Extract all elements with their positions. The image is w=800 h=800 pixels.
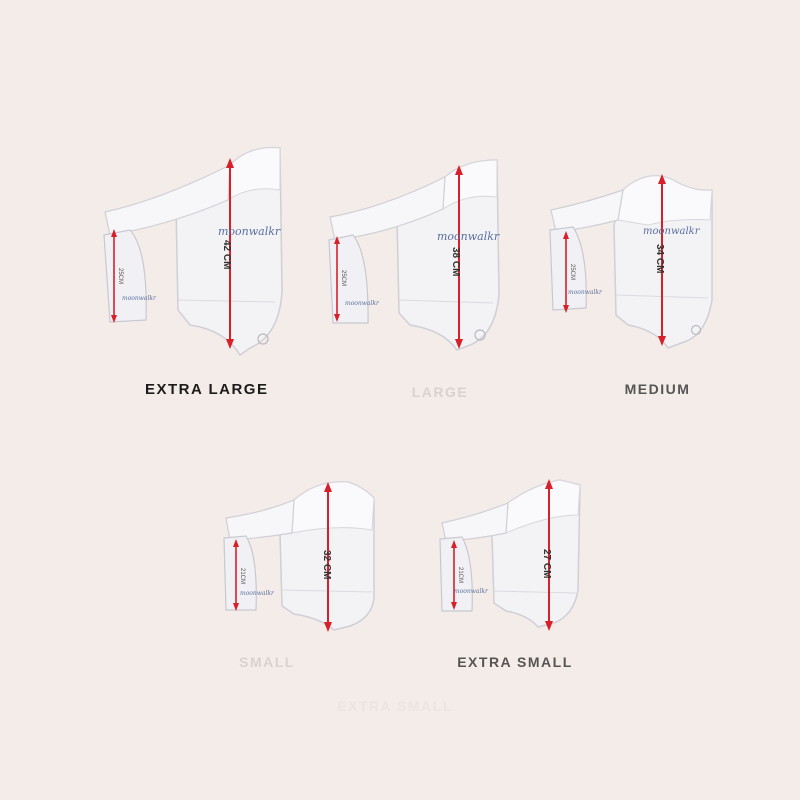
- inner-measurement: 21CM: [239, 568, 245, 584]
- inner-measurement: 21CM: [457, 567, 463, 583]
- size-label-medium: MEDIUM: [624, 381, 691, 397]
- thigh-pad-size-chart: 42 CM 25CM moonwalkr moonwalkr EXTRA LAR…: [0, 0, 800, 800]
- thigh-pad-extra-large: 42 CM 25CM moonwalkr moonwalkr: [100, 140, 300, 365]
- main-measurement: 34 CM: [654, 244, 665, 273]
- size-label-small: SMALL: [239, 654, 295, 670]
- size-label-extra-large: EXTRA LARGE: [145, 381, 269, 398]
- size-label-large: LARGE: [411, 384, 469, 400]
- ghost-size-label: EXTRA SMALL: [337, 698, 453, 714]
- inner-measurement: 25CM: [340, 270, 346, 286]
- brand-logo-small: moonwalkr: [122, 295, 157, 302]
- thigh-pad-medium: 34 CM 25CM moonwalkr moonwalkr: [548, 170, 723, 365]
- thigh-pad-extra-small: 27 CM 21CM moonwalkr: [438, 475, 588, 650]
- thigh-pad-large-illustration: 38 CM 25CM moonwalkr moonwalkr: [328, 159, 500, 351]
- thigh-pad-large: 38 CM 25CM moonwalkr moonwalkr: [325, 155, 510, 365]
- brand-logo: moonwalkr: [454, 588, 489, 595]
- main-measurement: 42 CM: [221, 240, 232, 269]
- thigh-pad-small: 32 CM 21CM moonwalkr: [222, 478, 392, 648]
- brand-logo-small: moonwalkr: [345, 300, 380, 307]
- brand-logo: moonwalkr: [643, 226, 701, 237]
- brand-logo: moonwalkr: [437, 230, 500, 243]
- size-label-extra-small: EXTRA SMALL: [457, 654, 573, 670]
- brand-logo: moonwalkr: [240, 590, 275, 597]
- inner-measurement: 25CM: [569, 264, 575, 280]
- brand-logo-small: moonwalkr: [568, 289, 603, 296]
- brand-logo: moonwalkr: [218, 225, 281, 238]
- thigh-pad-extra-large-illustration: 42 CM 25CM moonwalkr moonwalkr: [103, 146, 283, 357]
- thigh-pad-extra-small-illustration: 27 CM 21CM moonwalkr: [439, 479, 581, 631]
- inner-measurement: 25CM: [117, 268, 123, 284]
- main-measurement: 32 CM: [321, 550, 332, 579]
- main-measurement: 38 CM: [450, 247, 461, 276]
- main-measurement: 27 CM: [541, 549, 552, 578]
- thigh-pad-medium-illustration: 34 CM 25CM moonwalkr moonwalkr: [549, 174, 713, 349]
- thigh-pad-small-illustration: 32 CM 21CM moonwalkr: [223, 481, 375, 632]
